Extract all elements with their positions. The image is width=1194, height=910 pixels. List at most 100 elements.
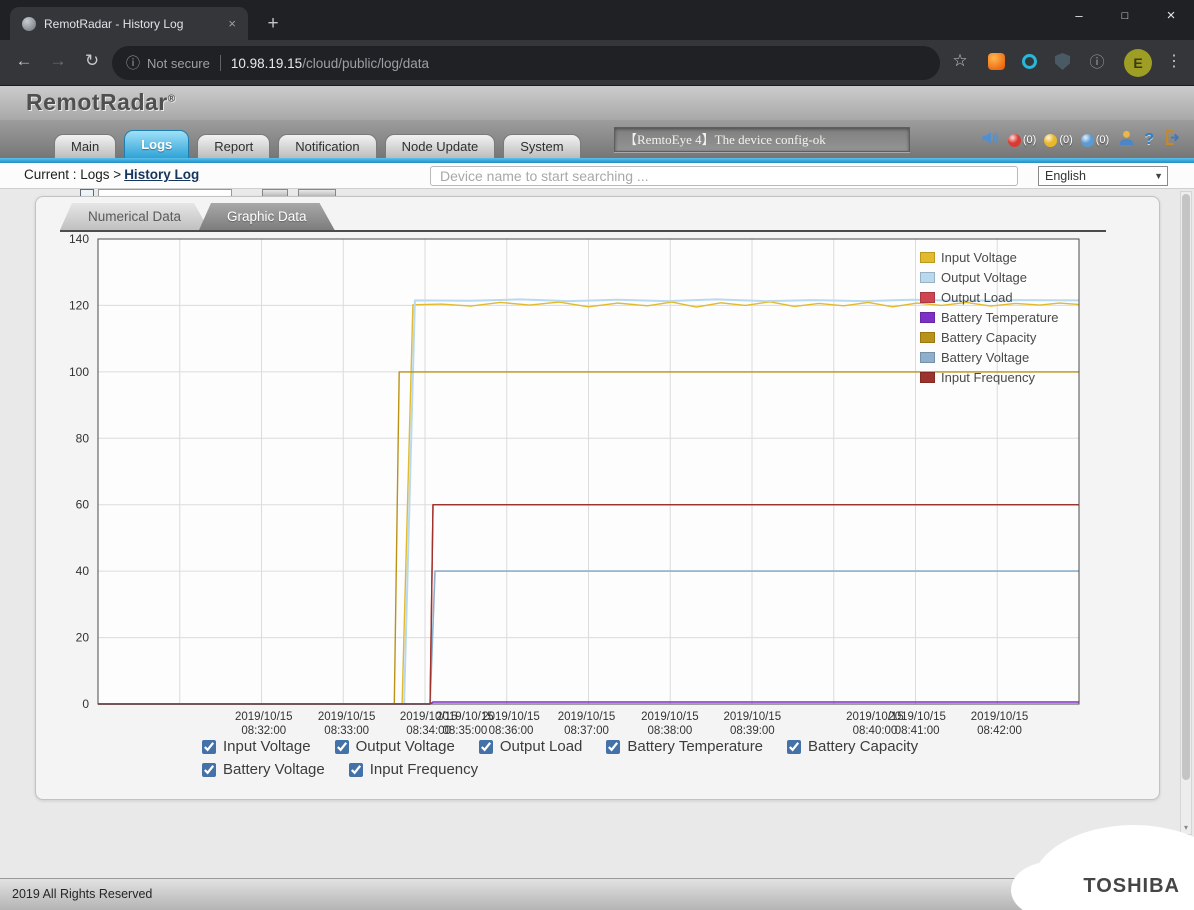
registered-mark: ® [168, 93, 176, 104]
filter-label: Battery Voltage [223, 761, 325, 778]
tab-title: RemotRadar - History Log [44, 17, 224, 31]
legend-swatch [920, 372, 935, 383]
url-path: /cloud/public/log/data [302, 56, 429, 71]
x-tick-date: 2019/10/15 [318, 711, 376, 723]
filter-checkbox-input-voltage[interactable] [202, 740, 216, 754]
nav-tab-report[interactable]: Report [197, 134, 270, 158]
url-host: 10.98.19.15 [231, 56, 302, 71]
filter-checkbox-output-load[interactable] [479, 740, 493, 754]
legend-label: Output Load [941, 290, 1013, 305]
language-select[interactable]: English ▼ [1038, 166, 1168, 186]
filter-output-voltage[interactable]: Output Voltage [335, 738, 455, 755]
filter-input-voltage[interactable]: Input Voltage [202, 738, 311, 755]
bookmark-star-icon[interactable]: ☆ [948, 51, 972, 71]
page-info-icon[interactable]: ⓘ [126, 53, 140, 73]
subtab-numerical-data[interactable]: Numerical Data [60, 203, 209, 230]
legend-label: Input Voltage [941, 250, 1017, 265]
vertical-scrollbar[interactable]: ▾ [1180, 191, 1192, 835]
filter-battery-temperature[interactable]: Battery Temperature [606, 738, 763, 755]
back-icon[interactable]: ← [12, 51, 36, 71]
browser-tab[interactable]: RemotRadar - History Log × [10, 7, 248, 40]
page-content: RemotRadar® Main Logs Report Notification No… [0, 86, 1194, 910]
filter-battery-voltage[interactable]: Battery Voltage [202, 761, 325, 778]
nav-tab-main[interactable]: Main [54, 134, 116, 158]
browser-toolbar: ← → ↻ ⓘ Not secure 10.98.19.15/cloud/pub… [0, 40, 1194, 86]
legend-swatch [920, 272, 935, 283]
profile-avatar[interactable]: E [1124, 49, 1152, 77]
series-filters: Input Voltage Output Voltage Output Load Ba… [202, 735, 918, 781]
counter-alarm-blue[interactable]: (0) [1081, 134, 1109, 147]
browser-menu-icon[interactable]: ⋮ [1162, 51, 1186, 71]
legend-item-battery-voltage: Battery Voltage [920, 347, 1059, 367]
x-tick-date: 2019/10/15 [558, 711, 616, 723]
forward-icon: → [46, 51, 70, 71]
app-logo: RemotRadar® [26, 89, 176, 116]
filter-checkbox-battery-voltage[interactable] [202, 763, 216, 777]
device-status-message: 【RemtoEye 4】The device config-ok [614, 127, 910, 152]
filter-checkbox-battery-capacity[interactable] [787, 740, 801, 754]
nav-tab-system[interactable]: System [503, 134, 580, 158]
y-tick-label: 140 [69, 233, 89, 246]
alarm-counters: (0) (0) (0) [1008, 134, 1109, 147]
filter-checkbox-input-frequency[interactable] [349, 763, 363, 777]
window-maximize-button[interactable]: □ [1102, 0, 1148, 32]
address-bar[interactable]: ⓘ Not secure 10.98.19.15/cloud/public/lo… [112, 46, 940, 80]
breadcrumb-history-log-link[interactable]: History Log [124, 167, 199, 182]
alarm-red-icon [1008, 134, 1021, 147]
filter-row: Input Voltage Output Voltage Output Load Ba… [202, 735, 918, 758]
y-tick-label: 100 [69, 365, 89, 379]
logout-icon[interactable] [1163, 129, 1180, 151]
x-tick-date: 2019/10/15 [482, 711, 540, 723]
counter-label: (0) [1059, 134, 1072, 146]
counter-alarm-yellow[interactable]: (0) [1044, 134, 1072, 147]
legend-item-output-voltage: Output Voltage [920, 267, 1059, 287]
extension-orange-icon[interactable] [988, 53, 1005, 70]
device-search-input[interactable] [430, 166, 1018, 186]
extension-info-icon[interactable]: ⓘ [1085, 51, 1109, 72]
tab-close-icon[interactable]: × [224, 16, 240, 31]
filter-label: Output Load [500, 738, 583, 755]
y-tick-label: 120 [69, 298, 89, 312]
user-icon[interactable] [1118, 129, 1135, 151]
language-selected: English [1045, 169, 1086, 183]
speaker-icon[interactable] [981, 130, 999, 151]
nav-tab-logs[interactable]: Logs [124, 130, 189, 158]
filter-battery-capacity[interactable]: Battery Capacity [787, 738, 918, 755]
extension-swirl-icon[interactable] [1022, 54, 1037, 69]
filter-label: Output Voltage [356, 738, 455, 755]
filter-checkbox-battery-temperature[interactable] [606, 740, 620, 754]
window-close-button[interactable]: × [1148, 0, 1194, 32]
counter-label: (0) [1023, 134, 1036, 146]
extension-shield-icon[interactable] [1055, 53, 1070, 70]
legend-item-battery-temperature: Battery Temperature [920, 307, 1059, 327]
app-header: RemotRadar® [0, 86, 1194, 120]
legend-label: Output Voltage [941, 270, 1027, 285]
breadcrumb: Current : Logs >History Log [24, 167, 199, 182]
legend-label: Input Frequency [941, 370, 1035, 385]
address-divider [220, 55, 221, 71]
subtab-graphic-data[interactable]: Graphic Data [199, 203, 335, 230]
legend-item-output-load: Output Load [920, 287, 1059, 307]
nav-tab-notification[interactable]: Notification [278, 134, 376, 158]
filter-label: Input Frequency [370, 761, 478, 778]
filter-input-frequency[interactable]: Input Frequency [349, 761, 478, 778]
legend-item-input-voltage: Input Voltage [920, 247, 1059, 267]
filter-output-load[interactable]: Output Load [479, 738, 583, 755]
legend-label: Battery Voltage [941, 350, 1029, 365]
favicon-icon [22, 17, 36, 31]
legend-label: Battery Capacity [941, 330, 1036, 345]
help-icon[interactable]: ? [1144, 131, 1154, 149]
scrollbar-thumb[interactable] [1182, 194, 1190, 780]
new-tab-button[interactable]: + [260, 11, 286, 37]
browser-titlebar: RemotRadar - History Log × + – □ × [0, 0, 1194, 40]
filter-checkbox-output-voltage[interactable] [335, 740, 349, 754]
nav-tab-node-update[interactable]: Node Update [385, 134, 496, 158]
reload-icon[interactable]: ↻ [80, 51, 104, 71]
y-tick-label: 80 [76, 431, 90, 445]
history-log-panel: Numerical DataGraphic Data 0204060801001… [35, 196, 1160, 800]
window-minimize-button[interactable]: – [1056, 0, 1102, 32]
nav-icons: (0) (0) (0) ? [981, 129, 1180, 151]
counter-alarm-red[interactable]: (0) [1008, 134, 1036, 147]
app-logo-text: RemotRadar [26, 89, 168, 115]
legend-label: Battery Temperature [941, 310, 1059, 325]
